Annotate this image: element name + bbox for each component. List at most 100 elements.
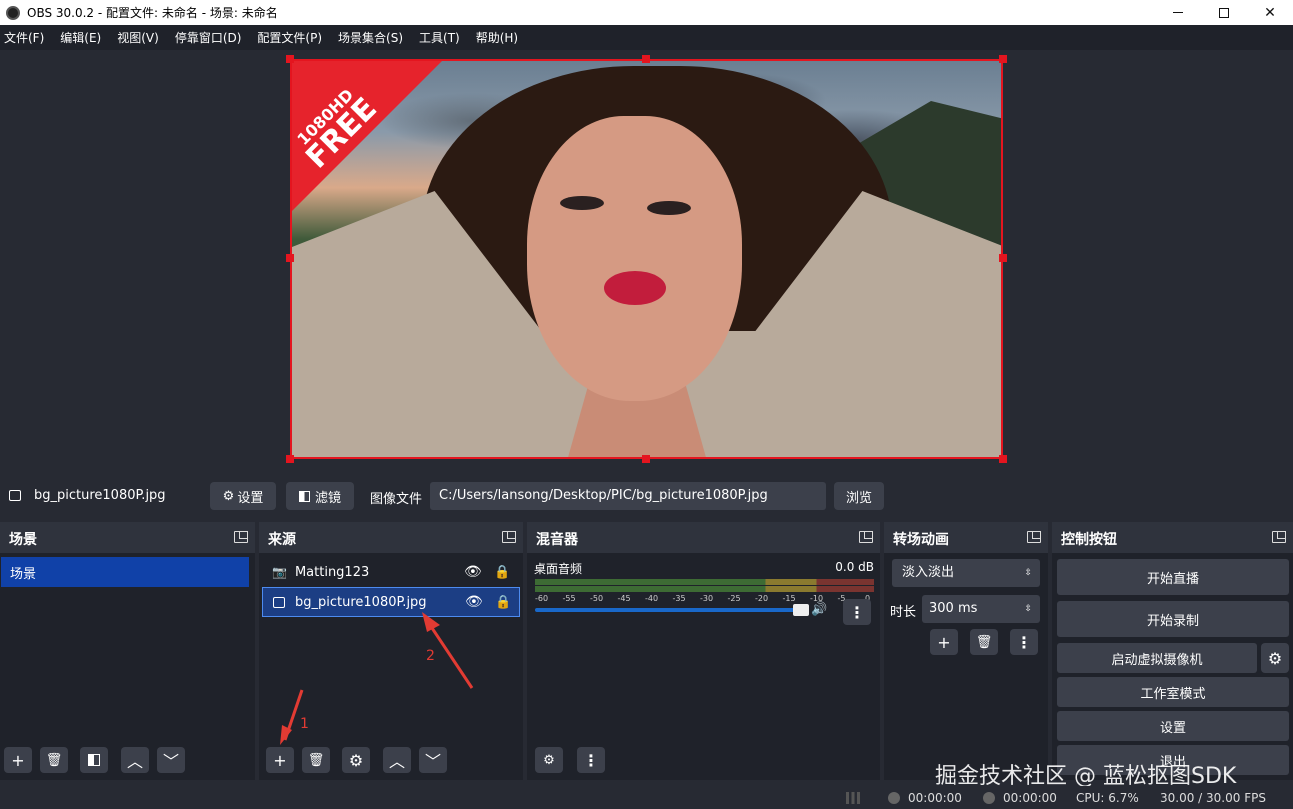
scenes-title: 场景 bbox=[9, 532, 37, 548]
chevron-up-icon: ︿ bbox=[126, 752, 143, 771]
meter-tick-label: -30 bbox=[700, 594, 714, 603]
scene-move-down-button[interactable]: ﹀ bbox=[157, 747, 185, 773]
filter-icon bbox=[298, 490, 310, 502]
controls-header: 控制按钮 bbox=[1052, 522, 1293, 553]
stream-status-icon bbox=[888, 792, 900, 804]
advanced-audio-button[interactable]: ⚙ bbox=[535, 747, 563, 773]
sources-title: 来源 bbox=[268, 532, 296, 548]
volume-slider[interactable] bbox=[535, 604, 809, 616]
start-streaming-button[interactable]: 开始直播 bbox=[1057, 559, 1289, 595]
menu-view[interactable]: 视图(V) bbox=[117, 29, 159, 46]
virtual-camera-settings-button[interactable]: ⚙ bbox=[1261, 643, 1289, 673]
undock-icon[interactable] bbox=[234, 531, 248, 543]
plus-icon: + bbox=[937, 632, 951, 652]
remove-scene-button[interactable]: 🗑 bbox=[40, 747, 68, 773]
undock-icon[interactable] bbox=[859, 531, 873, 543]
resize-handle-br[interactable] bbox=[999, 455, 1007, 463]
menu-file[interactable]: 文件(F) bbox=[4, 29, 44, 46]
lock-icon[interactable]: 🔒 bbox=[495, 595, 511, 610]
gear-icon: ⚙ bbox=[1267, 648, 1283, 668]
resize-handle-r[interactable] bbox=[999, 254, 1007, 262]
resize-handle-tl[interactable] bbox=[286, 55, 294, 63]
menu-edit[interactable]: 编辑(E) bbox=[60, 29, 101, 46]
add-source-button[interactable]: + bbox=[266, 747, 294, 773]
remove-transition-button[interactable]: 🗑 bbox=[970, 629, 998, 655]
mixer-options-button[interactable]: ⋮ bbox=[577, 747, 605, 773]
start-virtual-camera-button[interactable]: 启动虚拟摄像机 bbox=[1057, 643, 1257, 673]
source-item-matting[interactable]: 📷 Matting123 👁 🔒 bbox=[262, 557, 520, 587]
meter-tick-label: -20 bbox=[755, 594, 769, 603]
resize-handle-t[interactable] bbox=[642, 55, 650, 63]
filter-icon bbox=[88, 754, 100, 766]
controls-title: 控制按钮 bbox=[1061, 532, 1117, 548]
source-properties-button[interactable]: ⚙ bbox=[342, 747, 370, 773]
menu-profile[interactable]: 配置文件(P) bbox=[257, 29, 322, 46]
chevron-down-icon: ﹀ bbox=[424, 752, 441, 771]
source-move-up-button[interactable]: ︿ bbox=[383, 747, 411, 773]
source-settings-label: 设置 bbox=[237, 490, 264, 506]
maximize-button[interactable] bbox=[1201, 0, 1247, 25]
arrow-2-head bbox=[422, 612, 440, 632]
sources-header: 来源 bbox=[259, 522, 523, 553]
menu-help[interactable]: 帮助(H) bbox=[476, 29, 518, 46]
speaker-icon[interactable]: 🔊 bbox=[811, 602, 827, 617]
settings-button[interactable]: 设置 bbox=[1057, 711, 1289, 741]
kebab-menu-icon: ⋮ bbox=[1016, 632, 1032, 652]
start-recording-button[interactable]: 开始录制 bbox=[1057, 601, 1289, 637]
close-button[interactable]: ✕ bbox=[1247, 0, 1293, 25]
duration-spinbox[interactable]: 300 ms ⇳ bbox=[922, 595, 1040, 623]
undock-icon[interactable] bbox=[1027, 531, 1041, 543]
meter-tick-label: -25 bbox=[727, 594, 741, 603]
preview-canvas[interactable]: 1080HD FREE bbox=[290, 59, 1003, 459]
right-eye bbox=[647, 201, 691, 215]
menu-tools[interactable]: 工具(T) bbox=[419, 29, 460, 46]
audio-meter bbox=[535, 579, 874, 585]
undock-icon[interactable] bbox=[502, 531, 516, 543]
image-source-icon bbox=[9, 490, 21, 501]
fps-display: 30.00 / 30.00 FPS bbox=[1160, 791, 1266, 805]
mixer-header: 混音器 bbox=[527, 522, 880, 553]
meter-tick-label: -15 bbox=[782, 594, 796, 603]
record-time: 00:00:00 bbox=[1003, 791, 1057, 805]
image-file-path[interactable]: C:/Users/lansong/Desktop/PIC/bg_picture1… bbox=[430, 482, 826, 510]
scene-item[interactable]: 场景 bbox=[1, 557, 249, 587]
menu-docks[interactable]: 停靠窗口(D) bbox=[175, 29, 242, 46]
add-transition-button[interactable]: + bbox=[930, 629, 958, 655]
annotation-2: 2 bbox=[426, 648, 435, 664]
mixer-menu-button[interactable]: ⋮ bbox=[843, 599, 871, 625]
transitions-dock: 转场动画 淡入淡出 ⇳ 时长 300 ms ⇳ + 🗑 ⋮ bbox=[884, 522, 1048, 780]
gears-icon: ⚙ bbox=[543, 752, 555, 768]
menu-scene-collection[interactable]: 场景集合(S) bbox=[338, 29, 403, 46]
studio-mode-button[interactable]: 工作室模式 bbox=[1057, 677, 1289, 707]
transition-select[interactable]: 淡入淡出 ⇳ bbox=[892, 559, 1040, 587]
browse-button[interactable]: 浏览 bbox=[834, 482, 884, 510]
resize-handle-b[interactable] bbox=[642, 455, 650, 463]
gear-icon: ⚙ bbox=[348, 750, 364, 770]
resize-handle-bl[interactable] bbox=[286, 455, 294, 463]
lock-icon[interactable]: 🔒 bbox=[494, 565, 510, 580]
transition-options-button[interactable]: ⋮ bbox=[1010, 629, 1038, 655]
source-settings-button[interactable]: ⚙ 设置 bbox=[210, 482, 276, 510]
scene-move-up-button[interactable]: ︿ bbox=[121, 747, 149, 773]
filters-button[interactable]: 滤镜 bbox=[286, 482, 354, 510]
camera-icon: 📷 bbox=[272, 565, 287, 579]
maximize-icon bbox=[1219, 7, 1229, 18]
plus-icon: + bbox=[273, 750, 287, 770]
person-face bbox=[527, 116, 742, 401]
undock-icon[interactable] bbox=[1272, 531, 1286, 543]
add-scene-button[interactable]: + bbox=[4, 747, 32, 773]
volume-slider-handle[interactable] bbox=[793, 604, 809, 616]
left-eye bbox=[560, 196, 604, 210]
visibility-eye-icon[interactable]: 👁 bbox=[464, 564, 482, 580]
minimize-button[interactable] bbox=[1155, 0, 1201, 25]
mixer-dock: 混音器 桌面音频 0.0 dB -60 -55 -50 -45 -40 -35 -30 -25… bbox=[527, 522, 880, 780]
remove-source-button[interactable]: 🗑 bbox=[302, 747, 330, 773]
resize-handle-tr[interactable] bbox=[999, 55, 1007, 63]
scene-filters-button[interactable] bbox=[80, 747, 108, 773]
preview-area[interactable]: 1080HD FREE bbox=[0, 50, 1293, 474]
source-move-down-button[interactable]: ﹀ bbox=[419, 747, 447, 773]
controls-dock: 控制按钮 开始直播 开始录制 启动虚拟摄像机 ⚙ 工作室模式 设置 退出 bbox=[1052, 522, 1293, 780]
plus-icon: + bbox=[11, 750, 25, 770]
resize-handle-l[interactable] bbox=[286, 254, 294, 262]
menu-bar: 文件(F) 编辑(E) 视图(V) 停靠窗口(D) 配置文件(P) 场景集合(S… bbox=[0, 25, 1293, 50]
